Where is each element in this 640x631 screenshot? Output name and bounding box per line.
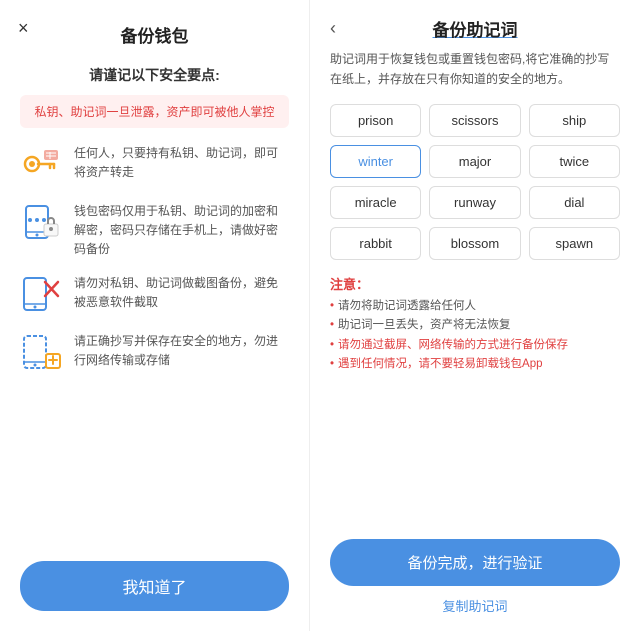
feature-item-4: 请正确抄写并保存在安全的地方，勿进行网络传输或存储 [20, 332, 289, 376]
word-chip: rabbit [330, 227, 421, 260]
right-desc: 助记词用于恢复钱包或重置钱包密码,将它准确的抄写在纸上，并存放在只有你知道的安全… [330, 49, 620, 90]
word-chip: blossom [429, 227, 520, 260]
close-button[interactable]: × [18, 18, 29, 39]
feature-text-3: 请勿对私钥、助记词做截图备份，避免被恶意软件截取 [74, 274, 289, 312]
notes-title: 注意： [330, 274, 620, 293]
back-button[interactable]: ‹ [330, 18, 336, 39]
word-chip: scissors [429, 104, 520, 137]
word-chip: prison [330, 104, 421, 137]
word-chip: runway [429, 186, 520, 219]
feature-list: 任何人，只要持有私钥、助记词，即可将资产转走 钱包 [20, 144, 289, 551]
word-chip: twice [529, 145, 620, 178]
left-panel: × 备份钱包 请谨记以下安全要点: 私钥、助记词一旦泄露，资产即可被他人掌控 [0, 0, 310, 631]
word-chip: miracle [330, 186, 421, 219]
word-chip: winter [330, 145, 421, 178]
right-actions: 备份完成，进行验证 复制助记词 [330, 539, 620, 615]
right-title-text: 备份助记词 [433, 21, 518, 40]
left-subtitle: 请谨记以下安全要点: [89, 65, 220, 85]
word-chip: spawn [529, 227, 620, 260]
right-title: 备份助记词 [433, 16, 518, 41]
copy-link[interactable]: 复制助记词 [442, 596, 507, 615]
phone-lock-icon [20, 202, 64, 246]
notes-section: 注意： 请勿将助记词透露给任何人助记词一旦丢失，资产将无法恢复请勿通过截屏、网络… [330, 274, 620, 375]
notes-item: 遇到任何情况，请不要轻易卸载钱包App [330, 355, 620, 375]
word-chip: major [429, 145, 520, 178]
notes-item: 请勿通过截屏、网络传输的方式进行备份保存 [330, 336, 620, 356]
notes-item: 助记词一旦丢失，资产将无法恢复 [330, 316, 620, 336]
key-phone-icon [20, 144, 64, 188]
word-chip: ship [529, 104, 620, 137]
verify-button[interactable]: 备份完成，进行验证 [330, 539, 620, 586]
word-chip: dial [529, 186, 620, 219]
right-panel: ‹ 备份助记词 助记词用于恢复钱包或重置钱包密码,将它准确的抄写在纸上，并存放在… [310, 0, 640, 631]
feature-item-3: 请勿对私钥、助记词做截图备份，避免被恶意软件截取 [20, 274, 289, 318]
i-know-button[interactable]: 我知道了 [20, 561, 289, 611]
feature-item-1: 任何人，只要持有私钥、助记词，即可将资产转走 [20, 144, 289, 188]
left-title: 备份钱包 [121, 22, 189, 47]
feature-item-2: 钱包密码仅用于私钥、助记词的加密和解密，密码只存储在手机上，请做好密码备份 [20, 202, 289, 260]
feature-text-2: 钱包密码仅用于私钥、助记词的加密和解密，密码只存储在手机上，请做好密码备份 [74, 202, 289, 260]
feature-text-1: 任何人，只要持有私钥、助记词，即可将资产转走 [74, 144, 289, 182]
warning-banner: 私钥、助记词一旦泄露，资产即可被他人掌控 [20, 95, 289, 128]
phone-scissors-icon [20, 274, 64, 318]
phone-save-icon [20, 332, 64, 376]
word-grid: prisonscissors ship wintermajor twice miracl… [330, 104, 620, 260]
feature-text-4: 请正确抄写并保存在安全的地方，勿进行网络传输或存储 [74, 332, 289, 370]
notes-item: 请勿将助记词透露给任何人 [330, 297, 620, 317]
right-header: ‹ 备份助记词 [330, 18, 620, 39]
